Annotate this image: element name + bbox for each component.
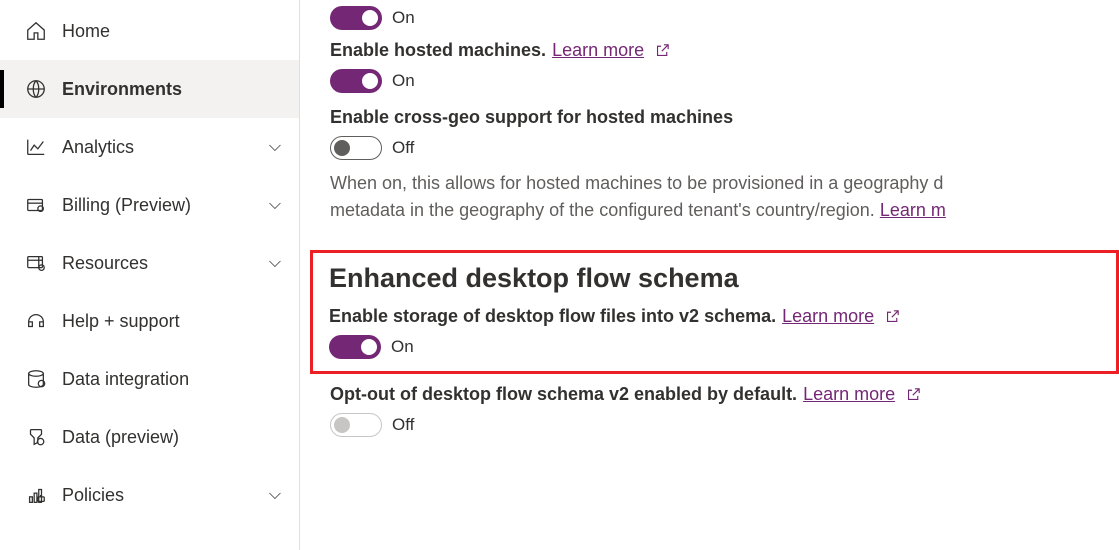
sidebar-item-label: Resources bbox=[62, 253, 269, 274]
toggle-optout[interactable] bbox=[330, 413, 382, 437]
sidebar-item-data-preview[interactable]: Data (preview) bbox=[0, 408, 299, 466]
sidebar-item-label: Home bbox=[62, 21, 281, 42]
external-link-icon bbox=[884, 308, 901, 325]
sidebar-item-environments[interactable]: Environments bbox=[0, 60, 299, 118]
toggle-state-label: On bbox=[391, 337, 414, 357]
toggle-state-label: Off bbox=[392, 415, 414, 435]
sidebar: Home Environments Analytics ⌵ Billing (P… bbox=[0, 0, 300, 550]
setting-optout: Opt-out of desktop flow schema v2 enable… bbox=[330, 384, 1119, 437]
billing-icon bbox=[24, 193, 48, 217]
resources-icon bbox=[24, 251, 48, 275]
sidebar-item-label: Policies bbox=[62, 485, 269, 506]
sidebar-item-home[interactable]: Home bbox=[0, 2, 299, 60]
learn-more-link[interactable]: Learn more bbox=[803, 384, 895, 405]
main-content: On Enable hosted machines. Learn more On… bbox=[300, 0, 1119, 550]
chevron-down-icon: ⌵ bbox=[269, 254, 281, 272]
sidebar-item-analytics[interactable]: Analytics ⌵ bbox=[0, 118, 299, 176]
sidebar-item-resources[interactable]: Resources ⌵ bbox=[0, 234, 299, 292]
data-integration-icon bbox=[24, 367, 48, 391]
setting-title: Enable hosted machines. bbox=[330, 40, 546, 61]
learn-more-link[interactable]: Learn more bbox=[782, 306, 874, 327]
toggle-state-label: On bbox=[392, 71, 415, 91]
sidebar-item-billing[interactable]: Billing (Preview) ⌵ bbox=[0, 176, 299, 234]
highlight-enhanced-schema: Enhanced desktop flow schema Enable stor… bbox=[310, 250, 1119, 374]
external-link-icon bbox=[654, 42, 671, 59]
setting-title: Opt-out of desktop flow schema v2 enable… bbox=[330, 384, 797, 405]
toggle-state-label: Off bbox=[392, 138, 414, 158]
chevron-down-icon: ⌵ bbox=[269, 486, 281, 504]
globe-icon bbox=[24, 77, 48, 101]
setting-title: Enable storage of desktop flow files int… bbox=[329, 306, 776, 327]
help-icon bbox=[24, 309, 48, 333]
sidebar-item-label: Environments bbox=[62, 79, 281, 100]
setting-title: Enable cross-geo support for hosted mach… bbox=[330, 107, 733, 128]
setting-cross-geo: Enable cross-geo support for hosted mach… bbox=[330, 107, 1119, 224]
toggle-row-generic: On bbox=[330, 0, 1119, 30]
sidebar-item-policies[interactable]: Policies ⌵ bbox=[0, 466, 299, 524]
section-heading: Enhanced desktop flow schema bbox=[329, 263, 1104, 294]
sidebar-item-label: Data integration bbox=[62, 369, 281, 390]
policies-icon bbox=[24, 483, 48, 507]
setting-hosted-machines: Enable hosted machines. Learn more On bbox=[330, 40, 1119, 93]
external-link-icon bbox=[905, 386, 922, 403]
toggle-switch[interactable] bbox=[330, 6, 382, 30]
cross-geo-description: When on, this allows for hosted machines… bbox=[330, 170, 1119, 224]
home-icon bbox=[24, 19, 48, 43]
sidebar-item-label: Help + support bbox=[62, 311, 281, 332]
toggle-v2-schema[interactable] bbox=[329, 335, 381, 359]
sidebar-item-label: Analytics bbox=[62, 137, 269, 158]
toggle-cross-geo[interactable] bbox=[330, 136, 382, 160]
data-preview-icon bbox=[24, 425, 48, 449]
analytics-icon bbox=[24, 135, 48, 159]
learn-more-link[interactable]: Learn m bbox=[880, 200, 946, 220]
toggle-hosted-machines[interactable] bbox=[330, 69, 382, 93]
learn-more-link[interactable]: Learn more bbox=[552, 40, 644, 61]
chevron-down-icon: ⌵ bbox=[269, 138, 281, 156]
toggle-state-label: On bbox=[392, 8, 415, 28]
chevron-down-icon: ⌵ bbox=[269, 196, 281, 214]
sidebar-item-label: Data (preview) bbox=[62, 427, 281, 448]
sidebar-item-label: Billing (Preview) bbox=[62, 195, 269, 216]
sidebar-item-help[interactable]: Help + support bbox=[0, 292, 299, 350]
sidebar-item-data-integration[interactable]: Data integration bbox=[0, 350, 299, 408]
